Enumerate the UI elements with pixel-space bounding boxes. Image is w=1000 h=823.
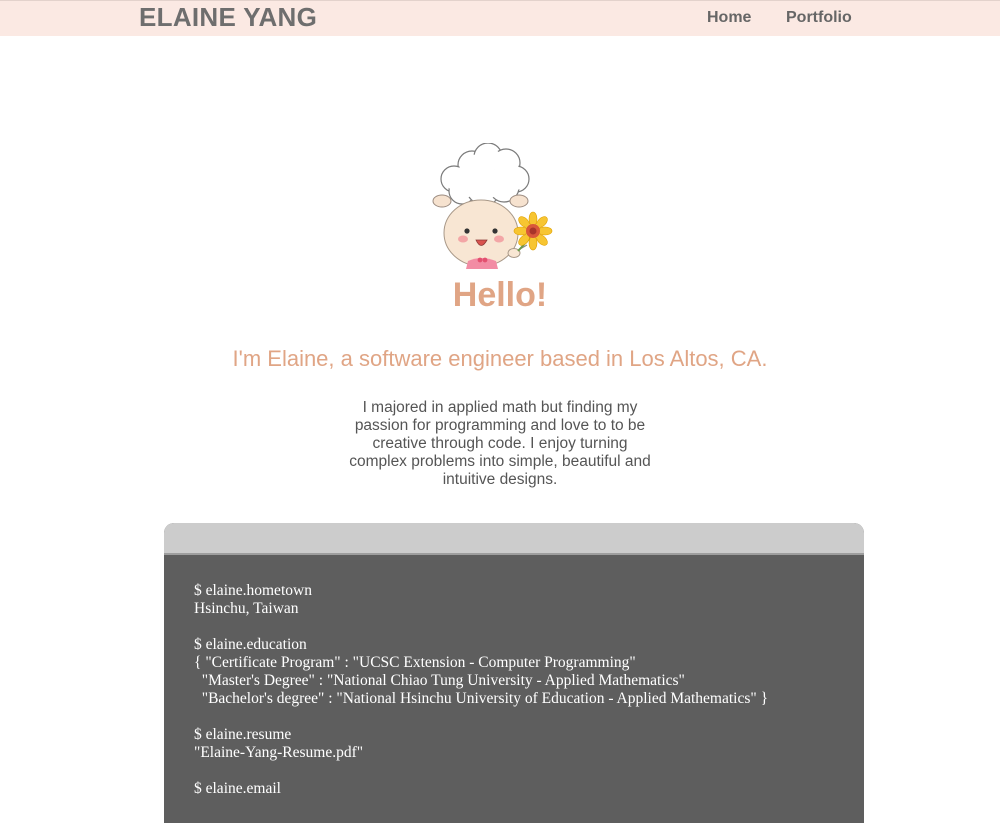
terminal-body: $ elaine.hometown Hsinchu, Taiwan $ elai… xyxy=(164,555,864,798)
terminal-command: $ elaine.email xyxy=(194,780,281,797)
terminal-command: $ elaine.education xyxy=(194,636,307,653)
terminal-window: $ elaine.hometown Hsinchu, Taiwan $ elai… xyxy=(164,523,864,823)
nav-link-portfolio[interactable]: Portfolio xyxy=(786,9,852,27)
terminal-block-hometown: $ elaine.hometown Hsinchu, Taiwan xyxy=(194,582,834,618)
terminal-output: "Master's Degree" : "National Chiao Tung… xyxy=(194,672,685,689)
terminal-block-email: $ elaine.email xyxy=(194,780,834,798)
brand-logo[interactable]: ELAINE YANG xyxy=(139,2,317,33)
terminal-command: $ elaine.resume xyxy=(194,726,292,743)
terminal-block-education: $ elaine.education { "Certificate Progra… xyxy=(194,636,834,708)
terminal-command: $ elaine.hometown xyxy=(194,582,312,599)
top-navbar: ELAINE YANG Home Portfolio xyxy=(0,0,1000,36)
resume-link[interactable]: "Elaine-Yang-Resume.pdf" xyxy=(194,744,834,762)
hero-tagline: I'm Elaine, a software engineer based in… xyxy=(232,346,768,371)
terminal-output: "Bachelor's degree" : "National Hsinchu … xyxy=(194,690,769,707)
terminal-output: Hsinchu, Taiwan xyxy=(194,600,299,617)
hero-bio: I majored in applied math but finding my… xyxy=(349,399,651,488)
hero-greeting: Hello! xyxy=(452,276,548,314)
nav-link-home[interactable]: Home xyxy=(707,9,751,27)
terminal-block-resume: $ elaine.resume "Elaine-Yang-Resume.pdf" xyxy=(194,726,834,762)
terminal-title-bar xyxy=(164,523,864,555)
terminal-output: { "Certificate Program" : "UCSC Extensio… xyxy=(194,654,636,671)
avatar-illustration xyxy=(432,143,553,269)
